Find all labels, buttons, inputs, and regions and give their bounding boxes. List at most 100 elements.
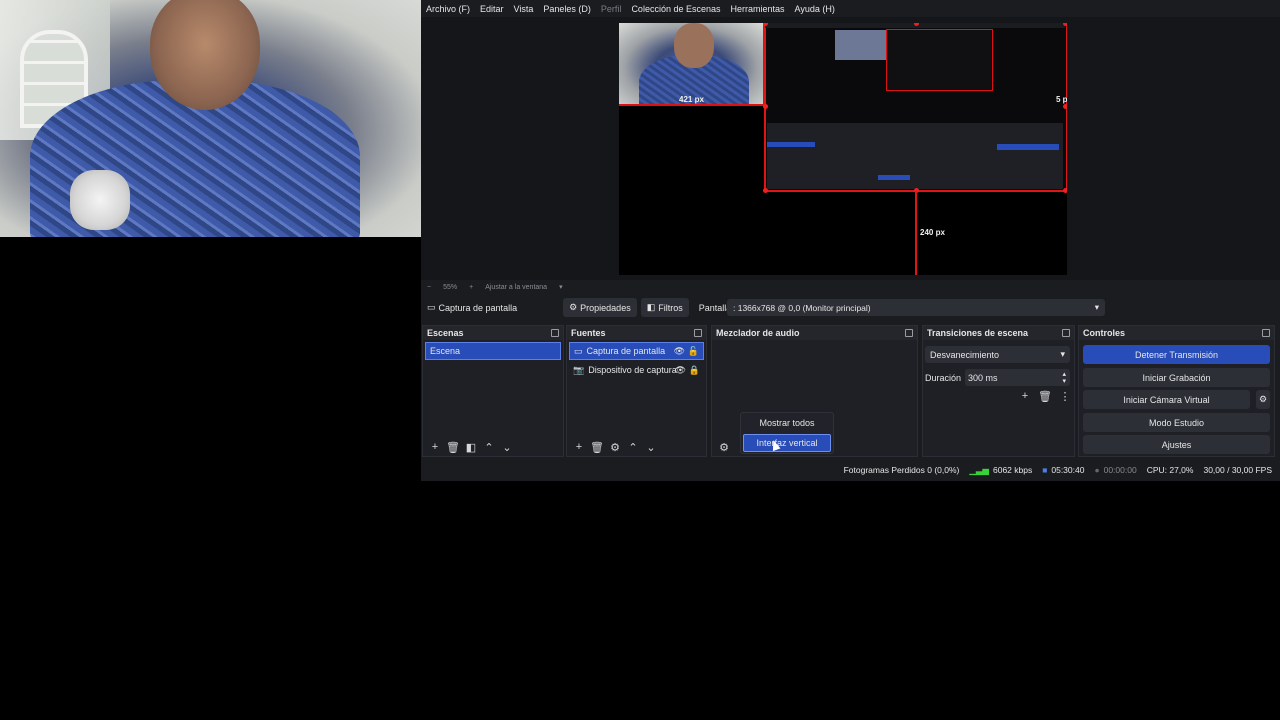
stream-time: 05:30:40: [1051, 465, 1085, 475]
properties-label: Propiedades: [580, 302, 631, 313]
sources-title-label: Fuentes: [571, 328, 606, 338]
gear-icon: ⚙: [1258, 394, 1268, 404]
camera-icon: 📷: [573, 364, 585, 375]
add-icon[interactable]: +: [573, 441, 585, 453]
move-up-icon[interactable]: ⌃: [627, 441, 639, 454]
virtual-camera-settings-button[interactable]: ⚙: [1256, 390, 1270, 409]
sources-dock: Fuentes ▭ Captura de pantalla 👁 🔓 📷 Disp…: [566, 325, 707, 457]
zoom-out-button[interactable]: −: [421, 284, 437, 291]
trash-icon[interactable]: 🗑: [446, 441, 460, 454]
filter-icon[interactable]: ◧: [465, 441, 477, 454]
screen-capture-source[interactable]: [764, 23, 1067, 192]
menu-archivo[interactable]: Archivo (F): [421, 4, 475, 14]
move-up-icon[interactable]: ⌃: [483, 441, 495, 454]
menu-ayuda[interactable]: Ayuda (H): [790, 4, 840, 14]
menu-herramientas[interactable]: Herramientas: [726, 4, 790, 14]
menu-editar[interactable]: Editar: [475, 4, 509, 14]
gear-icon: ⚙: [569, 302, 578, 312]
nested-scene-selected: [767, 142, 815, 147]
source-item-capture-device[interactable]: 📷 Dispositivo de captura 👁 🔒: [569, 361, 704, 379]
zoom-in-button[interactable]: +: [463, 284, 479, 291]
transform-handle[interactable]: [1063, 104, 1067, 109]
sources-title: Fuentes: [567, 326, 706, 340]
transition-select[interactable]: Desvanecimiento ▾: [925, 346, 1070, 363]
fit-to-window-label[interactable]: Ajustar a la ventana: [479, 284, 553, 291]
add-icon[interactable]: +: [1019, 390, 1031, 402]
source-name: ▭ Captura de pantalla: [421, 298, 523, 317]
transition-actions: + 🗑 ⋮: [1019, 390, 1071, 403]
move-down-icon[interactable]: ⌄: [645, 441, 657, 454]
start-virtual-camera-button[interactable]: Iniciar Cámara Virtual: [1083, 390, 1250, 409]
eye-icon[interactable]: 👁: [674, 346, 685, 357]
controls-title: Controles: [1079, 326, 1274, 340]
nested-preview: [886, 29, 993, 91]
more-vertical-icon[interactable]: ⋮: [1059, 390, 1071, 403]
mixer-title: Mezclador de audio: [712, 326, 917, 340]
undock-icon[interactable]: [1062, 329, 1070, 337]
duration-input[interactable]: 300 ms ▴ ▾: [965, 369, 1070, 386]
bitrate: 6062 kbps: [992, 465, 1033, 475]
stop-stream-button[interactable]: Detener Transmisión: [1083, 345, 1270, 364]
transition-select-value: Desvanecimiento: [930, 349, 1000, 360]
stream-icon: ■: [1042, 465, 1048, 475]
menu-coleccion-escenas[interactable]: Colección de Escenas: [626, 4, 725, 14]
filters-label: Filtros: [658, 302, 683, 313]
gear-icon[interactable]: ⚙: [609, 441, 621, 454]
nested-docks: [767, 123, 1063, 189]
settings-button[interactable]: Ajustes: [1083, 435, 1270, 454]
obs-window: Archivo (F) Editar Vista Paneles (D) Per…: [421, 0, 1280, 481]
bottom-distance-label: 240 px: [920, 228, 945, 237]
unlock-icon[interactable]: 🔓: [688, 346, 699, 357]
preview-canvas[interactable]: 421 px 5 px 240 px: [619, 23, 1067, 275]
menu-perfil[interactable]: Perfil: [596, 4, 627, 14]
transitions-title-label: Transiciones de escena: [927, 328, 1029, 338]
preview-area[interactable]: 421 px 5 px 240 px: [421, 17, 1280, 280]
duration-label: Duración: [925, 373, 962, 383]
source-item-screen-capture[interactable]: ▭ Captura de pantalla 👁 🔓: [569, 342, 704, 360]
dropped-frames: Fotogramas Perdidos 0 (0,0%): [843, 465, 960, 475]
undock-icon[interactable]: [905, 329, 913, 337]
stepper-icon[interactable]: ▴ ▾: [1062, 371, 1066, 385]
mixer-title-label: Mezclador de audio: [716, 328, 800, 338]
add-icon[interactable]: +: [429, 441, 441, 453]
transform-handle[interactable]: [1063, 188, 1067, 193]
source-name-label: Captura de pantalla: [438, 302, 518, 313]
lock-icon[interactable]: 🔒: [689, 365, 700, 376]
menu-item-vertical-layout[interactable]: Interfaz vertical: [743, 434, 831, 452]
eye-icon[interactable]: 👁: [675, 365, 686, 376]
scenes-title-label: Escenas: [427, 328, 464, 338]
scene-item-label: Escena: [430, 346, 461, 356]
undock-icon[interactable]: [694, 329, 702, 337]
mixer-context-menu: Mostrar todos Interfaz vertical: [740, 412, 834, 454]
scene-item[interactable]: Escena: [425, 342, 561, 360]
trash-icon[interactable]: 🗑: [590, 441, 604, 454]
capture-device-source[interactable]: [619, 23, 765, 106]
properties-button[interactable]: ⚙ Propiedades: [563, 298, 637, 317]
transform-handle[interactable]: [763, 104, 768, 109]
chevron-down-icon: ▾: [1060, 349, 1065, 359]
menu-item-show-all[interactable]: Mostrar todos: [743, 415, 831, 431]
duration-value: 300 ms: [968, 372, 998, 383]
display-select[interactable]: : 1366x768 @ 0,0 (Monitor principal) ▾: [727, 299, 1105, 316]
studio-mode-button[interactable]: Modo Estudio: [1083, 413, 1270, 432]
menu-paneles[interactable]: Paneles (D): [538, 4, 596, 14]
trash-icon[interactable]: 🗑: [1038, 390, 1052, 403]
undock-icon[interactable]: [1262, 329, 1270, 337]
monitor-icon: ▭: [427, 302, 436, 312]
transform-handle[interactable]: [763, 188, 768, 193]
left-distance-label: 421 px: [679, 95, 704, 104]
controls-dock: Controles Detener Transmisión Iniciar Gr…: [1078, 325, 1275, 457]
gear-icon[interactable]: ⚙: [718, 441, 730, 454]
chevron-down-icon[interactable]: ▾: [553, 283, 569, 291]
controls-title-label: Controles: [1083, 328, 1126, 338]
undock-icon[interactable]: [551, 329, 559, 337]
scenes-dock: Escenas Escena + 🗑 ◧ ⌃ ⌄: [422, 325, 564, 457]
signal-icon: ▁▃▅: [969, 464, 989, 475]
menu-vista[interactable]: Vista: [509, 4, 539, 14]
transform-handle[interactable]: [1063, 23, 1067, 26]
move-down-icon[interactable]: ⌄: [501, 441, 513, 454]
filter-icon: ◧: [646, 302, 656, 312]
start-recording-button[interactable]: Iniciar Grabación: [1083, 368, 1270, 387]
scenes-title: Escenas: [423, 326, 563, 340]
filters-button[interactable]: ◧ Filtros: [640, 298, 689, 317]
